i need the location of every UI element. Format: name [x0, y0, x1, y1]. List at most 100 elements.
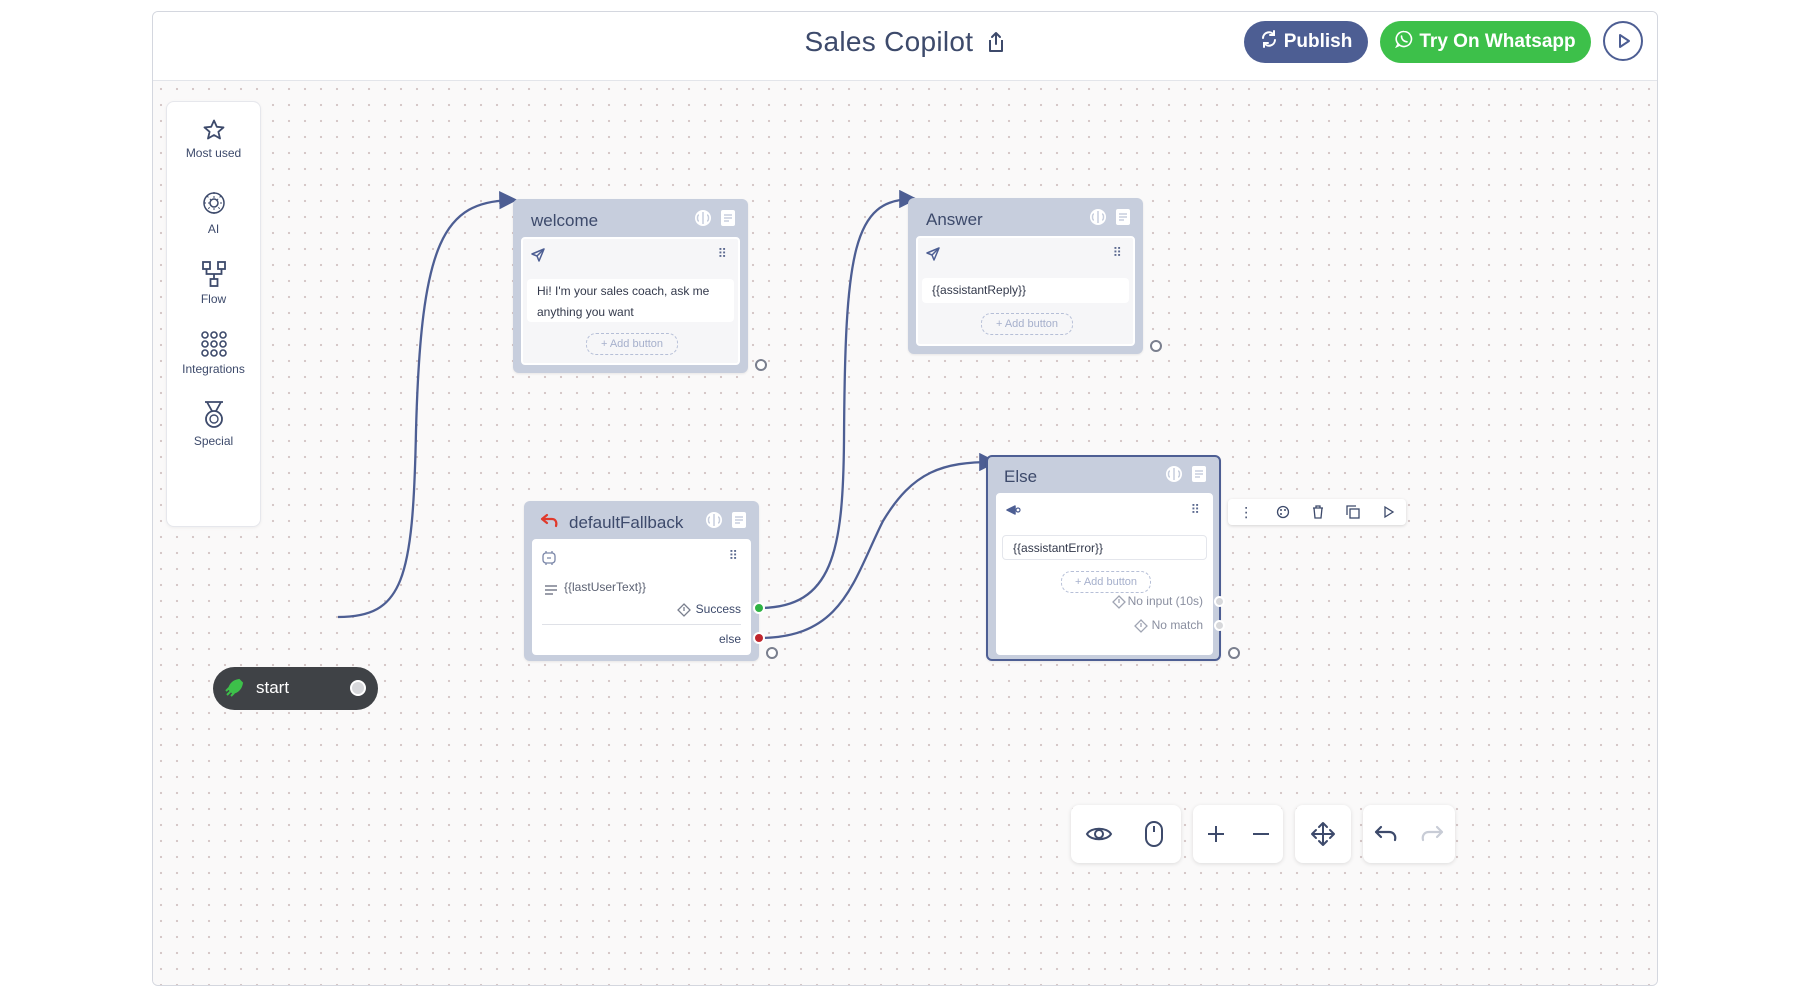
ai-brain-icon [202, 192, 225, 214]
ai-brain-icon[interactable] [694, 209, 712, 227]
user-text-variable: {{lastUserText}} [564, 580, 647, 594]
undo-icon [1374, 825, 1397, 842]
eye-icon [1085, 827, 1112, 841]
else-output-handle[interactable] [753, 632, 765, 644]
no-input-label: No input (10s) [1127, 594, 1203, 608]
condition-icon [1112, 595, 1126, 609]
condition-icon [1134, 619, 1148, 633]
answer-output-handle[interactable] [1150, 340, 1162, 352]
add-button[interactable]: + Add button [981, 313, 1073, 335]
message-block[interactable]: ⠿ {{assistantError}} + Add button No inp… [996, 493, 1213, 655]
bot-name: Sales Copilot [804, 26, 974, 57]
else-node-output-handle[interactable] [1228, 647, 1240, 659]
success-output-handle[interactable] [753, 602, 765, 614]
mouse-mode-button[interactable] [1132, 812, 1176, 856]
top-bar: Sales Copilot Publish Try On Whatsapp [153, 12, 1657, 81]
ai-brain-icon[interactable] [1089, 208, 1107, 226]
fit-view-controls [1295, 805, 1351, 863]
ai-brain-icon[interactable] [705, 511, 723, 529]
start-node[interactable]: start [213, 667, 378, 710]
node-title: Answer [926, 210, 983, 229]
palette-integrations[interactable]: Integrations [167, 330, 260, 376]
publish-label: Publish [1283, 31, 1353, 52]
no-match-handle[interactable] [1214, 620, 1225, 631]
notes-icon[interactable] [1115, 208, 1131, 226]
rocket-icon [225, 678, 244, 697]
play-icon [1619, 34, 1630, 48]
block-palette: Most used AI Flow Integrations Special [166, 101, 261, 527]
history-controls [1363, 805, 1455, 863]
message-text[interactable]: {{assistantReply}} [922, 278, 1129, 303]
message-text[interactable]: Hi! I'm your sales coach, ask me anythin… [527, 279, 734, 322]
start-output-handle[interactable] [350, 680, 366, 696]
ai-brain-icon[interactable] [1165, 465, 1183, 483]
palette-ai[interactable]: AI [167, 188, 260, 236]
play-icon[interactable] [1383, 505, 1395, 519]
message-block[interactable]: ⠿ {{assistantReply}} + Add button [916, 236, 1135, 346]
zoom-in-button[interactable] [1194, 812, 1238, 856]
notes-icon[interactable] [1191, 465, 1207, 483]
zoom-out-button[interactable] [1239, 812, 1283, 856]
preview-button[interactable] [1077, 812, 1121, 856]
node-toolbar: ⋮ [1228, 499, 1406, 525]
palette-special[interactable]: Special [167, 400, 260, 448]
view-controls [1071, 805, 1181, 863]
else-label: else [718, 632, 741, 646]
node-default-fallback[interactable]: defaultFallback ⠿ {{lastUserText}} Succe… [524, 501, 765, 661]
minus-icon [1252, 833, 1269, 835]
star-icon [203, 119, 224, 140]
message-text[interactable]: {{assistantError}} [1002, 535, 1207, 560]
condition-block[interactable]: ⠿ {{lastUserText}} Success else [532, 539, 751, 655]
palette-color-icon[interactable] [1276, 505, 1290, 519]
palette-most-used[interactable]: Most used [167, 118, 260, 160]
drag-handle-icon[interactable]: ⠿ [728, 548, 737, 564]
redo-button[interactable] [1410, 812, 1454, 856]
node-title: Else [1004, 467, 1038, 486]
ai-send-icon [1006, 505, 1021, 515]
edge-success-answer [758, 189, 918, 610]
divider [542, 624, 741, 625]
run-test-button[interactable] [1603, 21, 1643, 61]
fit-view-button[interactable] [1301, 812, 1345, 856]
success-label: Success [695, 602, 741, 616]
share-icon[interactable] [987, 28, 1005, 60]
trash-icon[interactable] [1312, 505, 1324, 519]
redo-icon [1421, 825, 1444, 842]
add-button[interactable]: + Add button [586, 333, 678, 355]
more-options-icon[interactable]: ⋮ [1239, 504, 1253, 521]
move-arrows-icon [1311, 822, 1335, 846]
add-button[interactable]: + Add button [1061, 571, 1151, 593]
medal-icon [204, 401, 223, 428]
undo-button[interactable] [1364, 812, 1408, 856]
node-title: defaultFallback [569, 513, 684, 532]
drag-handle-icon[interactable]: ⠿ [717, 246, 726, 262]
node-title: welcome [531, 211, 599, 230]
try-on-whatsapp-button[interactable]: Try On Whatsapp [1380, 21, 1591, 63]
no-input-handle[interactable] [1214, 596, 1225, 607]
palette-label-integrations: Integrations [182, 362, 245, 376]
ai-classifier-icon [542, 551, 556, 565]
notes-icon[interactable] [720, 209, 736, 227]
duplicate-icon[interactable] [1346, 505, 1361, 519]
refresh-icon [1260, 30, 1278, 54]
publish-button[interactable]: Publish [1244, 21, 1368, 63]
node-else[interactable]: Else ⠿ {{assistantError}} + Add button N… [986, 455, 1225, 661]
drag-handle-icon[interactable]: ⠿ [1190, 502, 1199, 518]
flow-builder-window: Sales Copilot Publish Try On Whatsapp Mo… [152, 11, 1658, 986]
palette-flow[interactable]: Flow [167, 260, 260, 306]
node-welcome[interactable]: welcome ⠿ Hi! I'm your sales coach, ask … [513, 199, 748, 373]
flow-canvas[interactable]: Most used AI Flow Integrations Special s [153, 81, 1657, 985]
notes-icon[interactable] [731, 511, 747, 529]
message-block[interactable]: ⠿ Hi! I'm your sales coach, ask me anyth… [521, 237, 740, 365]
palette-label-ai: AI [207, 222, 220, 236]
fallback-output-handle[interactable] [766, 647, 778, 659]
palette-label-special: Special [193, 434, 234, 448]
drag-handle-icon[interactable]: ⠿ [1112, 245, 1121, 261]
welcome-output-handle[interactable] [755, 359, 767, 371]
palette-label-most-used: Most used [185, 146, 242, 160]
integrations-grid-icon [200, 331, 227, 357]
start-label: start [256, 678, 290, 697]
node-answer[interactable]: Answer ⠿ {{assistantReply}} + Add button [908, 198, 1143, 354]
whatsapp-icon [1395, 30, 1413, 54]
condition-icon [677, 603, 691, 617]
